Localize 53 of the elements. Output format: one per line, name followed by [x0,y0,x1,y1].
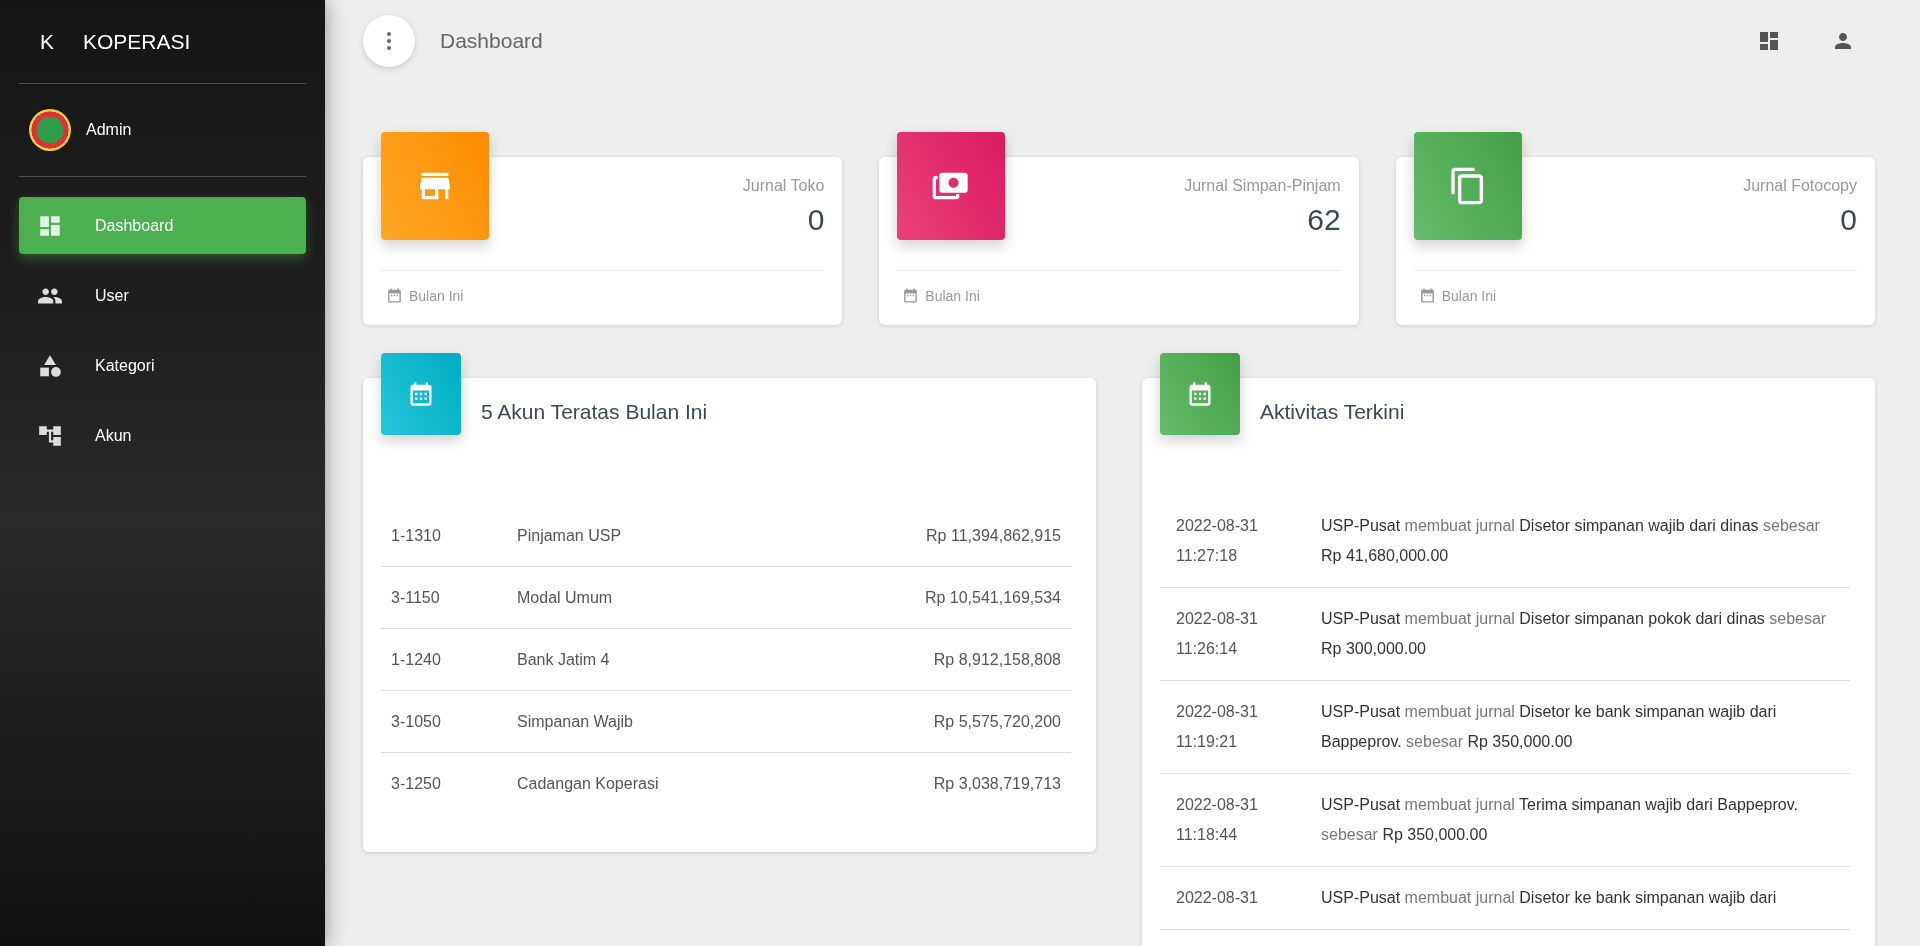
table-cell: Rp 3,038,719,713 [933,774,1061,793]
activity-date: 2022-08-31 [1176,609,1259,629]
panel-title: Aktivitas Terkini [1260,399,1405,424]
activity-time: 11:27:18 [1176,546,1239,566]
table-cell-text: Pinjaman USP [517,526,623,545]
calendar-icon [902,287,920,304]
table-cell-text: Bank Jatim 4 [517,650,611,669]
table-cell-text: 1-1240 [391,650,442,669]
table-cell-text: Modal Umum [517,588,614,607]
table-cell: Rp 10,541,169,534 [924,588,1061,607]
brand-name: KOPERASI [83,29,191,54]
activity-text: USP-Pusat membuat jurnal Disetor simpanan pokok dari dinas sebesar Rp 300,000.00 [1321,609,1828,659]
activity-date: 2022-08-31 [1176,795,1259,815]
activity-text: USP-Pusat membuat jurnal Disetor ke bank simpanan wajib dari Bappeprov. sebesar Rp 350,000.00 [1321,702,1778,752]
calendar-icon [386,287,403,304]
stat-value: 0 [806,203,825,237]
footer-text: Bulan Ini [925,287,980,304]
table-cell-text: 3-1050 [391,712,442,731]
logo-mark: K [40,29,55,54]
stat-value: 62 [1306,203,1341,237]
activity-time: 11:18:44 [1176,825,1239,845]
stat-title: Jurnal Fotocopy [1743,177,1857,195]
stat-title: Jurnal Simpan-Pinjam [1184,177,1341,195]
table-cell: Rp 11,394,862,915 [926,526,1061,545]
footer-text: Bulan Ini [409,287,464,304]
panel-title: 5 Akun Teratas Bulan Ini [481,399,708,424]
activity-date: 2022-08-31 [1176,888,1259,908]
activity-date: 2022-08-31 [1176,516,1259,536]
table-cell-text: Cadangan Koperasi [517,774,660,793]
activity-time: 11:26:14 [1176,639,1239,659]
table-cell-text: 3-1150 [391,588,441,607]
table-cell-text: 1-1310 [391,526,442,545]
calendar-icon [1418,287,1436,304]
activity-text: USP-Pusat membuat jurnal Disetor simpanan wajib dari dinas sebesar Rp 41,680,000.00 [1321,516,1821,566]
user-name[interactable]: Admin [86,121,132,139]
table-cell-text: Simpanan Wajib [517,712,634,731]
page-title: Dashboard [440,29,543,53]
avatar [29,109,71,151]
nav-item[interactable]: Kategori [19,337,306,394]
table-cell: Rp 5,575,720,200 [933,712,1061,731]
table-cell: Rp 8,912,158,808 [933,650,1061,669]
more-options-icon [387,32,391,50]
activity-time: 11:19:21 [1176,732,1239,752]
table-cell-text: 3-1250 [391,774,442,793]
stat-value: 0 [1839,203,1857,237]
activity-text: USP-Pusat membuat jurnal Terima simpanan wajib dari Bappeprov. sebesar Rp 350,000.00 [1321,795,1799,845]
footer-text: Bulan Ini [1441,287,1497,304]
dashboard-icon[interactable] [1757,29,1781,53]
activity-text: USP-Pusat membuat jurnal Disetor ke bank simpanan wajib dari [1321,888,1777,908]
stat-title: Jurnal Toko [742,177,825,195]
activity-date: 2022-08-31 [1176,702,1259,722]
nav-item[interactable]: Akun [19,407,306,464]
nav-item[interactable]: User [19,267,306,324]
